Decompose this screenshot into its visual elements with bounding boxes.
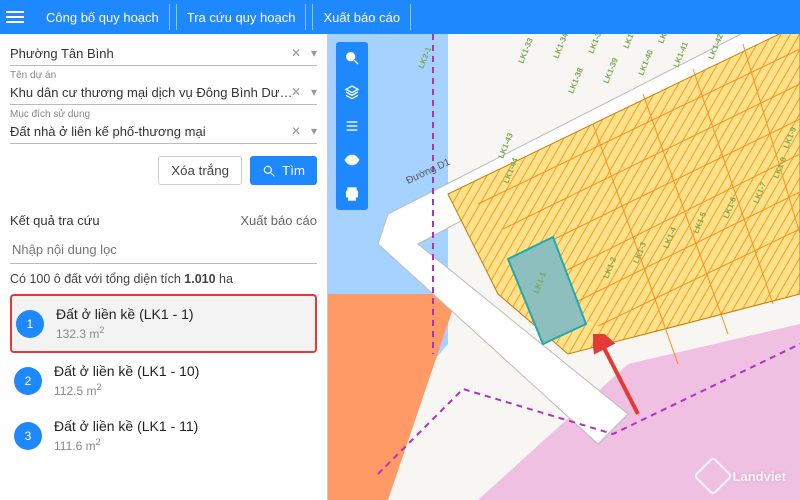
clear-icon[interactable]: ✕ [291, 124, 301, 138]
tab-export[interactable]: Xuất báo cáo [312, 4, 411, 30]
logo-icon [693, 456, 733, 496]
chevron-down-icon[interactable]: ▾ [311, 46, 317, 60]
layers-icon[interactable] [342, 82, 362, 102]
search-icon [262, 164, 276, 178]
result-title: Đất ở liền kề (LK1 - 10) [54, 363, 199, 379]
result-area: 112.5 m2 [54, 382, 199, 398]
legend-icon[interactable] [342, 116, 362, 136]
landuse-field[interactable]: Đất nhà ở liên kế phố-thương mại ✕ ▾ [10, 120, 317, 144]
tab-lookup[interactable]: Tra cứu quy hoạch [176, 4, 307, 30]
clear-button[interactable]: Xóa trắng [158, 156, 242, 185]
result-area: 132.3 m2 [56, 325, 194, 341]
project-field[interactable]: Khu dân cư thương mại dịch vụ Đông Bình … [10, 81, 317, 105]
result-list: 1 Đất ở liền kề (LK1 - 1) 132.3 m22 Đất … [10, 294, 317, 463]
project-value: Khu dân cư thương mại dịch vụ Đông Bình … [10, 85, 299, 100]
ward-field[interactable]: Phường Tân Bình ✕ ▾ [10, 42, 317, 66]
watermark: Landviet [699, 462, 786, 490]
result-index: 3 [14, 422, 42, 450]
map-svg: Đường D1 LK2-1LK1-33LK1-34LK1-35LK1-36LK… [328, 34, 800, 500]
result-title: Đất ở liền kề (LK1 - 1) [56, 306, 194, 322]
result-area: 111.6 m2 [54, 437, 198, 453]
top-bar: Công bố quy hoạch Tra cứu quy hoạch Xuất… [0, 0, 800, 34]
result-item[interactable]: 3 Đất ở liền kề (LK1 - 11) 111.6 m2 [10, 408, 317, 463]
results-heading: Kết quả tra cứu [10, 213, 100, 228]
menu-icon[interactable] [6, 5, 30, 29]
watermark-text: Landviet [733, 469, 786, 484]
chevron-down-icon[interactable]: ▾ [311, 124, 317, 138]
result-item[interactable]: 1 Đất ở liền kề (LK1 - 1) 132.3 m2 [10, 294, 317, 353]
project-caption: Tên dự án [10, 70, 317, 81]
map-toolbar [336, 42, 368, 210]
print-icon[interactable] [342, 184, 362, 204]
landuse-caption: Mục đích sử dụng [10, 109, 317, 120]
sidebar: Phường Tân Bình ✕ ▾ Tên dự án Khu dân cư… [0, 34, 328, 500]
result-count: Có 100 ô đất với tổng diện tích 1.010 ha [10, 272, 317, 286]
tab-publish[interactable]: Công bố quy hoạch [36, 4, 170, 30]
result-index: 1 [16, 310, 44, 338]
landuse-value: Đất nhà ở liên kế phố-thương mại [10, 124, 299, 139]
clear-icon[interactable]: ✕ [291, 85, 301, 99]
map-canvas[interactable]: Đường D1 LK2-1LK1-33LK1-34LK1-35LK1-36LK… [328, 34, 800, 500]
eye-icon[interactable] [342, 150, 362, 170]
clear-icon[interactable]: ✕ [291, 46, 301, 60]
result-title: Đất ở liền kề (LK1 - 11) [54, 418, 198, 434]
search-button[interactable]: Tìm [250, 156, 317, 185]
chevron-down-icon[interactable]: ▾ [311, 85, 317, 99]
export-report-link[interactable]: Xuất báo cáo [240, 213, 317, 228]
search-button-label: Tìm [282, 163, 305, 178]
ward-value: Phường Tân Bình [10, 46, 299, 61]
search-icon[interactable] [342, 48, 362, 68]
result-item[interactable]: 2 Đất ở liền kề (LK1 - 10) 112.5 m2 [10, 353, 317, 408]
filter-input[interactable] [10, 236, 317, 264]
result-index: 2 [14, 367, 42, 395]
